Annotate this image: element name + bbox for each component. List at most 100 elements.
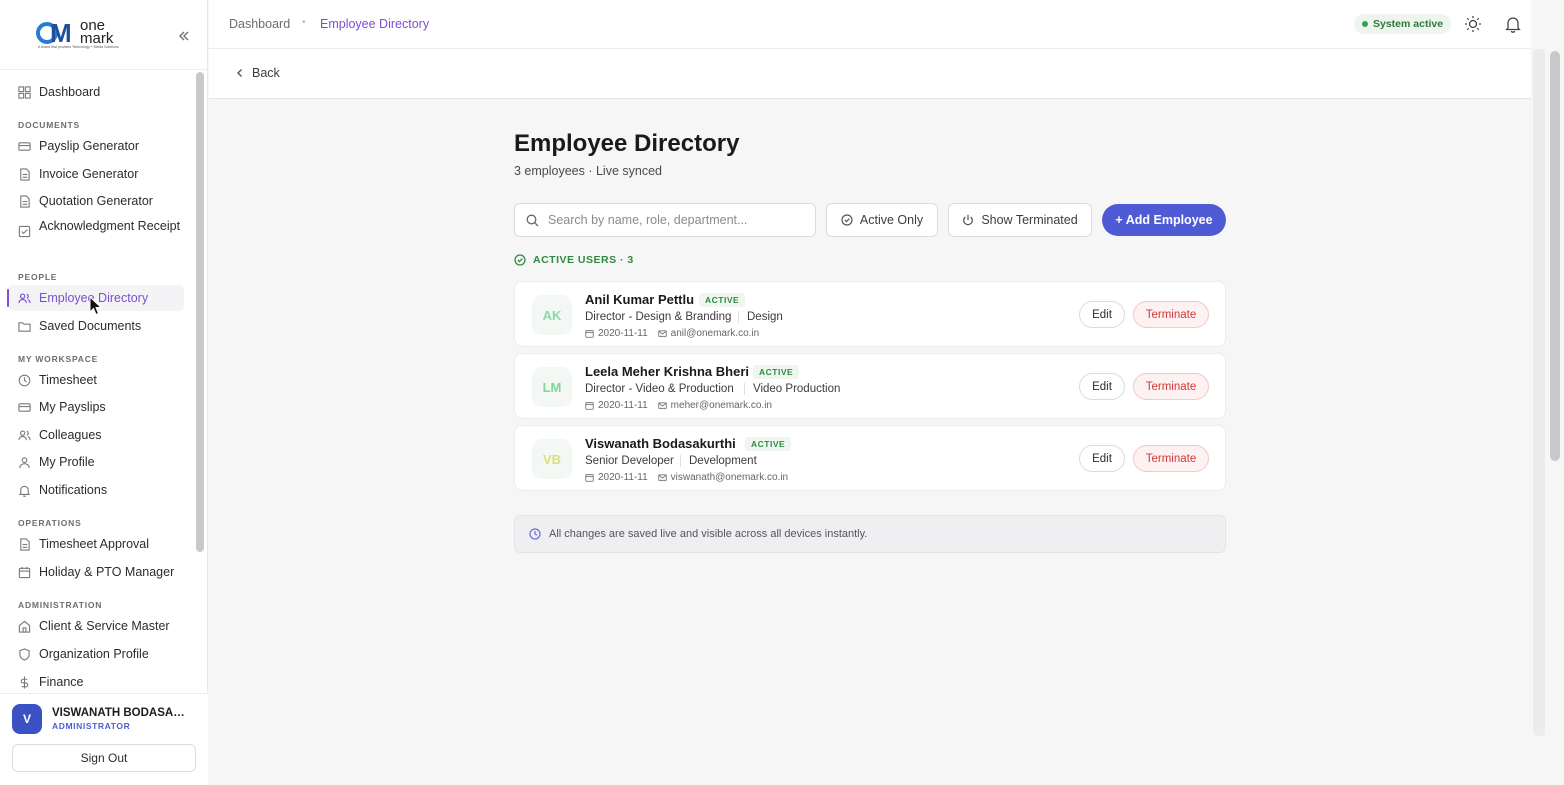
employee-avatar: LM [532, 367, 572, 407]
clock-icon [18, 374, 31, 386]
folder-icon [18, 321, 31, 332]
employee-card: AK Anil Kumar Pettlu ACTIVE Director - D… [514, 281, 1226, 347]
page-title: Employee Directory [514, 130, 740, 157]
active-only-filter-button[interactable]: Active Only [826, 203, 938, 237]
edit-button[interactable]: Edit [1079, 373, 1125, 400]
mouse-cursor-icon [89, 296, 103, 316]
sidebar-item-label: Timesheet Approval [39, 537, 150, 551]
sidebar-item-colleagues[interactable]: Colleagues [8, 422, 184, 448]
edit-button[interactable]: Edit [1079, 301, 1125, 328]
sidebar-item-notifications[interactable]: Notifications [8, 477, 184, 503]
shield-icon [19, 647, 30, 661]
sidebar-item-saved-documents[interactable]: Saved Documents [8, 313, 184, 339]
back-label: Back [252, 66, 280, 80]
sidebar-item-invoice-generator[interactable]: Invoice Generator [8, 161, 184, 187]
employee-avatar: VB [532, 439, 572, 479]
search-input[interactable] [548, 213, 798, 227]
employee-email[interactable]: viswanath@onemark.co.in [671, 472, 788, 483]
sidebar-item-finance[interactable]: Finance [8, 669, 184, 690]
sidebar-item-timesheet-approval[interactable]: Timesheet Approval [8, 531, 184, 557]
sidebar-item-label: Organization Profile [39, 647, 149, 661]
active-users-heading: ACTIVE USERS · 3 [514, 254, 634, 266]
search-field[interactable] [514, 203, 816, 237]
active-indicator [7, 289, 9, 307]
page-scrollbar-thumb[interactable] [1550, 51, 1560, 461]
bell-icon [18, 485, 31, 497]
mail-icon [657, 330, 667, 337]
status-dot-icon [1362, 21, 1368, 27]
check-circle-icon [514, 254, 526, 266]
brand-logo[interactable]: M one mark A brand that provides Technol… [36, 18, 119, 52]
employee-email[interactable]: meher@onemark.co.in [671, 400, 772, 411]
checkbox-icon [18, 225, 31, 238]
users-icon [18, 429, 31, 440]
employee-email[interactable]: anil@onemark.co.in [671, 328, 760, 339]
theme-toggle-sun-icon[interactable] [1464, 15, 1482, 33]
edit-button[interactable]: Edit [1079, 445, 1125, 472]
back-bar: Back [209, 49, 1531, 99]
terminate-button[interactable]: Terminate [1133, 445, 1209, 472]
sidebar-item-label: Dashboard [39, 85, 101, 99]
add-employee-button[interactable]: + Add Employee [1102, 204, 1226, 236]
status-badge: ACTIVE [699, 293, 746, 307]
document-icon [20, 167, 30, 181]
sidebar-item-label: Client & Service Master [39, 619, 170, 633]
terminate-button[interactable]: Terminate [1133, 373, 1209, 400]
back-button[interactable]: Back [235, 66, 280, 80]
sidebar-item-label: Finance [39, 675, 84, 689]
user-panel: V VISWANATH BODASAKURTHI ADMINISTRATOR S… [0, 693, 208, 785]
breadcrumb-dashboard[interactable]: Dashboard [229, 17, 290, 31]
section-people: PEOPLE [18, 272, 58, 282]
document-icon [20, 194, 30, 208]
status-badge: System active [1354, 14, 1452, 34]
sidebar-item-client-service-master[interactable]: Client & Service Master [8, 613, 184, 639]
power-icon [963, 214, 974, 226]
breadcrumb-current: Employee Directory [320, 17, 430, 31]
sign-out-button[interactable]: Sign Out [12, 744, 196, 772]
sidebar-item-label: Acknowledgment Receipt [39, 219, 181, 233]
sidebar-item-payslip-generator[interactable]: Payslip Generator [8, 133, 184, 159]
notifications-bell-icon[interactable] [1505, 15, 1521, 33]
sidebar-item-quotation-generator[interactable]: Quotation Generator [8, 188, 184, 214]
sidebar-item-my-profile[interactable]: My Profile [8, 449, 184, 475]
sidebar-item-my-payslips[interactable]: My Payslips [8, 394, 184, 420]
employee-name: Viswanath Bodasakurthi [585, 436, 736, 451]
check-circle-icon [841, 214, 853, 226]
employee-joined-date: 2020-11-11 [598, 328, 648, 339]
page-scrollbar-track[interactable] [1533, 49, 1545, 736]
sidebar-item-label: Holiday & PTO Manager [39, 565, 175, 579]
status-badge: ACTIVE [745, 437, 792, 451]
sidebar-scrollbar[interactable] [196, 72, 204, 552]
mail-icon [657, 402, 667, 409]
card-icon [18, 402, 31, 412]
section-my-workspace: MY WORKSPACE [18, 354, 99, 364]
user-role: ADMINISTRATOR [52, 721, 131, 731]
employee-name: Anil Kumar Pettlu [585, 292, 695, 307]
show-terminated-button[interactable]: Show Terminated [948, 203, 1092, 237]
terminate-button[interactable]: Terminate [1133, 301, 1209, 328]
avatar[interactable]: V [12, 704, 42, 734]
employee-meta: 2020-11-11 meher@onemark.co.in [585, 400, 772, 411]
chevron-left-icon [237, 69, 242, 77]
employee-card: VB Viswanath Bodasakurthi ACTIVE Senior … [514, 425, 1226, 491]
users-icon [18, 292, 31, 303]
notice-text: All changes are saved live and visible a… [549, 528, 868, 540]
sidebar-item-timesheet[interactable]: Timesheet [8, 367, 184, 393]
calendar-icon [585, 474, 594, 482]
sidebar-item-holiday-pto-manager[interactable]: Holiday & PTO Manager [8, 559, 184, 585]
sidebar-item-label: Timesheet [39, 373, 97, 387]
building-icon [18, 620, 31, 633]
calendar-icon [585, 330, 594, 338]
collapse-sidebar-icon[interactable] [176, 28, 192, 44]
section-documents: DOCUMENTS [18, 120, 80, 130]
user-name: VISWANATH BODASAKURTHI [52, 707, 192, 719]
sidebar-item-acknowledgment-receipt[interactable]: Acknowledgment Receipt [8, 217, 184, 251]
employee-joined-date: 2020-11-11 [598, 472, 648, 483]
sidebar-item-dashboard[interactable]: Dashboard [8, 79, 184, 105]
employee-department: Video Production [744, 383, 840, 395]
section-administration: ADMINISTRATION [18, 600, 103, 610]
sidebar-item-organization-profile[interactable]: Organization Profile [8, 641, 184, 667]
employee-card: LM Leela Meher Krishna Bheri ACTIVE Dire… [514, 353, 1226, 419]
calendar-icon [585, 402, 594, 410]
sidebar-item-label: Colleagues [39, 428, 102, 442]
